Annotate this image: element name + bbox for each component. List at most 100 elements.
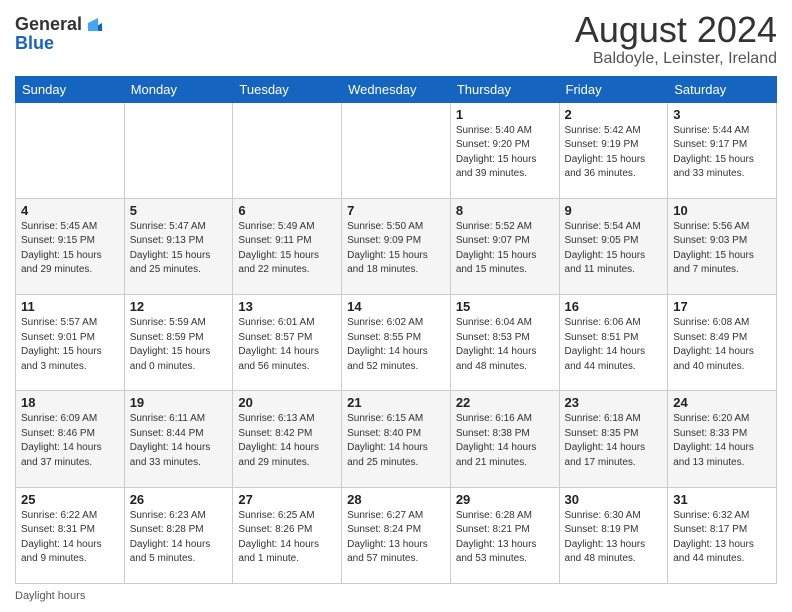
day-number: 11	[21, 299, 119, 314]
calendar-cell: 28Sunrise: 6:27 AM Sunset: 8:24 PM Dayli…	[342, 487, 451, 583]
calendar-cell: 9 Sunrise: 5:54 AM Sunset: 9:05 PM Daylig…	[559, 198, 668, 294]
calendar-week-row: 4 Sunrise: 5:45 AM Sunset: 9:15 PM Daylig…	[16, 198, 777, 294]
day-info: Sunrise: 6:02 AM Sunset: 8:55 PM Dayligh…	[347, 316, 445, 374]
calendar-day-header: Thursday	[450, 76, 559, 102]
day-number: 9	[565, 203, 663, 218]
calendar-cell: 3Sunrise: 5:44 AM Sunset: 9:17 PM Daylig…	[668, 102, 777, 198]
day-number: 17	[673, 299, 771, 314]
calendar-day-header: Saturday	[668, 76, 777, 102]
calendar-cell: 18 Sunrise: 6:09 AM Sunset: 8:46 PM Dayli…	[16, 391, 125, 487]
logo: General Blue	[15, 14, 106, 54]
logo-blue-text: Blue	[15, 33, 106, 54]
calendar-cell	[342, 102, 451, 198]
calendar-cell: 16 Sunrise: 6:06 AM Sunset: 8:51 PM Dayli…	[559, 295, 668, 391]
day-number: 25	[21, 492, 119, 507]
day-number: 18	[21, 395, 119, 410]
day-info: Sunrise: 6:08 AM Sunset: 8:49 PM Dayligh…	[673, 316, 771, 374]
calendar-cell: 19 Sunrise: 6:11 AM Sunset: 8:44 PM Dayli…	[124, 391, 233, 487]
calendar-day-header: Tuesday	[233, 76, 342, 102]
day-number: 29	[456, 492, 554, 507]
day-number: 15	[456, 299, 554, 314]
logo-icon	[84, 13, 106, 35]
day-info: Sunrise: 6:30 AM Sunset: 8:19 PM Dayligh…	[565, 509, 663, 567]
day-info: Sunrise: 6:01 AM Sunset: 8:57 PM Dayligh…	[238, 316, 336, 374]
day-info: Sunrise: 5:50 AM Sunset: 9:09 PM Dayligh…	[347, 220, 445, 278]
day-number: 19	[130, 395, 228, 410]
day-info: Sunrise: 5:57 AM Sunset: 9:01 PM Dayligh…	[21, 316, 119, 374]
day-number: 13	[238, 299, 336, 314]
day-number: 3	[673, 107, 771, 122]
calendar-day-header: Friday	[559, 76, 668, 102]
day-number: 6	[238, 203, 336, 218]
calendar-cell: 7 Sunrise: 5:50 AM Sunset: 9:09 PM Daylig…	[342, 198, 451, 294]
day-info: Sunrise: 5:56 AM Sunset: 9:03 PM Dayligh…	[673, 220, 771, 278]
calendar-cell: 23Sunrise: 6:18 AM Sunset: 8:35 PM Dayli…	[559, 391, 668, 487]
calendar-day-header: Wednesday	[342, 76, 451, 102]
day-info: Sunrise: 6:22 AM Sunset: 8:31 PM Dayligh…	[21, 509, 119, 567]
day-info: Sunrise: 6:06 AM Sunset: 8:51 PM Dayligh…	[565, 316, 663, 374]
calendar-cell: 5 Sunrise: 5:47 AM Sunset: 9:13 PM Daylig…	[124, 198, 233, 294]
day-info: Sunrise: 6:15 AM Sunset: 8:40 PM Dayligh…	[347, 412, 445, 470]
day-number: 24	[673, 395, 771, 410]
calendar-week-row: 1 Sunrise: 5:40 AM Sunset: 9:20 PM Daylig…	[16, 102, 777, 198]
day-number: 30	[565, 492, 663, 507]
calendar-cell	[233, 102, 342, 198]
day-info: Sunrise: 6:28 AM Sunset: 8:21 PM Dayligh…	[456, 509, 554, 567]
calendar-cell: 24Sunrise: 6:20 AM Sunset: 8:33 PM Dayli…	[668, 391, 777, 487]
day-info: Sunrise: 5:45 AM Sunset: 9:15 PM Dayligh…	[21, 220, 119, 278]
calendar-cell: 17 Sunrise: 6:08 AM Sunset: 8:49 PM Dayli…	[668, 295, 777, 391]
day-number: 8	[456, 203, 554, 218]
day-info: Sunrise: 5:54 AM Sunset: 9:05 PM Dayligh…	[565, 220, 663, 278]
day-number: 26	[130, 492, 228, 507]
day-info: Sunrise: 6:27 AM Sunset: 8:24 PM Dayligh…	[347, 509, 445, 567]
calendar-header-row: SundayMondayTuesdayWednesdayThursdayFrid…	[16, 76, 777, 102]
daylight-label: Daylight hours	[15, 590, 85, 602]
day-info: Sunrise: 6:25 AM Sunset: 8:26 PM Dayligh…	[238, 509, 336, 567]
day-info: Sunrise: 5:40 AM Sunset: 9:20 PM Dayligh…	[456, 124, 554, 182]
day-info: Sunrise: 6:11 AM Sunset: 8:44 PM Dayligh…	[130, 412, 228, 470]
calendar-week-row: 18 Sunrise: 6:09 AM Sunset: 8:46 PM Dayli…	[16, 391, 777, 487]
calendar-table: SundayMondayTuesdayWednesdayThursdayFrid…	[15, 76, 777, 584]
day-info: Sunrise: 5:52 AM Sunset: 9:07 PM Dayligh…	[456, 220, 554, 278]
day-number: 20	[238, 395, 336, 410]
page: General Blue August 2024 Baldoyle, Leins…	[0, 0, 792, 612]
day-info: Sunrise: 6:23 AM Sunset: 8:28 PM Dayligh…	[130, 509, 228, 567]
calendar-cell: 31Sunrise: 6:32 AM Sunset: 8:17 PM Dayli…	[668, 487, 777, 583]
day-info: Sunrise: 5:59 AM Sunset: 8:59 PM Dayligh…	[130, 316, 228, 374]
day-info: Sunrise: 6:18 AM Sunset: 8:35 PM Dayligh…	[565, 412, 663, 470]
calendar-cell: 14Sunrise: 6:02 AM Sunset: 8:55 PM Dayli…	[342, 295, 451, 391]
calendar-cell: 26 Sunrise: 6:23 AM Sunset: 8:28 PM Dayli…	[124, 487, 233, 583]
day-number: 12	[130, 299, 228, 314]
calendar-cell: 12 Sunrise: 5:59 AM Sunset: 8:59 PM Dayli…	[124, 295, 233, 391]
day-number: 16	[565, 299, 663, 314]
day-info: Sunrise: 6:09 AM Sunset: 8:46 PM Dayligh…	[21, 412, 119, 470]
calendar-cell: 1 Sunrise: 5:40 AM Sunset: 9:20 PM Daylig…	[450, 102, 559, 198]
calendar-cell: 8 Sunrise: 5:52 AM Sunset: 9:07 PM Daylig…	[450, 198, 559, 294]
calendar-cell: 15Sunrise: 6:04 AM Sunset: 8:53 PM Dayli…	[450, 295, 559, 391]
calendar-cell: 25 Sunrise: 6:22 AM Sunset: 8:31 PM Dayli…	[16, 487, 125, 583]
day-info: Sunrise: 6:32 AM Sunset: 8:17 PM Dayligh…	[673, 509, 771, 567]
day-number: 10	[673, 203, 771, 218]
subtitle: Baldoyle, Leinster, Ireland	[575, 50, 777, 68]
calendar-cell: 10 Sunrise: 5:56 AM Sunset: 9:03 PM Dayli…	[668, 198, 777, 294]
calendar-week-row: 11 Sunrise: 5:57 AM Sunset: 9:01 PM Dayli…	[16, 295, 777, 391]
day-info: Sunrise: 5:47 AM Sunset: 9:13 PM Dayligh…	[130, 220, 228, 278]
day-info: Sunrise: 6:16 AM Sunset: 8:38 PM Dayligh…	[456, 412, 554, 470]
calendar-day-header: Sunday	[16, 76, 125, 102]
calendar-week-row: 25 Sunrise: 6:22 AM Sunset: 8:31 PM Dayli…	[16, 487, 777, 583]
day-number: 7	[347, 203, 445, 218]
main-title: August 2024	[575, 10, 777, 50]
day-number: 2	[565, 107, 663, 122]
day-number: 5	[130, 203, 228, 218]
header: General Blue August 2024 Baldoyle, Leins…	[15, 10, 777, 68]
calendar-cell: 4 Sunrise: 5:45 AM Sunset: 9:15 PM Daylig…	[16, 198, 125, 294]
day-number: 4	[21, 203, 119, 218]
title-block: August 2024 Baldoyle, Leinster, Ireland	[575, 10, 777, 68]
day-info: Sunrise: 5:49 AM Sunset: 9:11 PM Dayligh…	[238, 220, 336, 278]
calendar-cell: 27Sunrise: 6:25 AM Sunset: 8:26 PM Dayli…	[233, 487, 342, 583]
day-number: 1	[456, 107, 554, 122]
calendar-cell: 30 Sunrise: 6:30 AM Sunset: 8:19 PM Dayli…	[559, 487, 668, 583]
day-info: Sunrise: 5:42 AM Sunset: 9:19 PM Dayligh…	[565, 124, 663, 182]
footer: Daylight hours	[15, 590, 777, 602]
day-number: 21	[347, 395, 445, 410]
